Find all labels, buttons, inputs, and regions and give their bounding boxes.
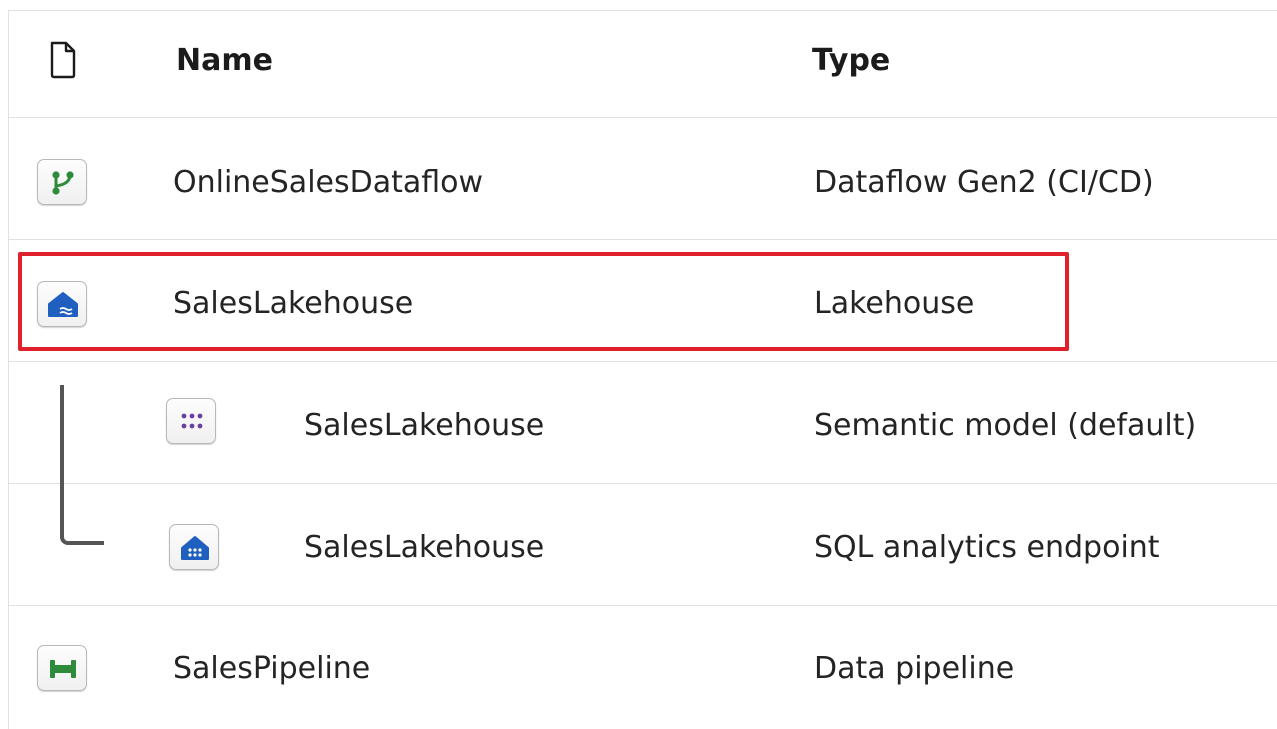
row-name[interactable]: SalesLakehouse xyxy=(304,411,544,441)
highlight-box xyxy=(18,252,1069,351)
pipeline-icon xyxy=(37,645,87,691)
row-name[interactable]: SalesPipeline xyxy=(173,654,370,684)
dataflow-icon xyxy=(37,159,87,205)
table-header-row: Name Type xyxy=(8,0,1277,118)
row-type: Data pipeline xyxy=(814,651,1015,686)
semantic-model-icon xyxy=(166,398,216,444)
row-type: Semantic model (default) xyxy=(814,408,1197,443)
table-row[interactable]: SalesLakehouse SQL analytics endpoint xyxy=(8,484,1277,606)
column-header-type[interactable]: Type xyxy=(812,46,890,76)
child-items-tree-connector xyxy=(60,385,104,545)
sql-endpoint-icon xyxy=(169,524,219,570)
column-header-name[interactable]: Name xyxy=(176,46,273,76)
table-row[interactable]: OnlineSalesDataflow Dataflow Gen2 (CI/CD… xyxy=(8,118,1277,240)
table-row[interactable]: SalesPipeline Data pipeline xyxy=(8,606,1277,729)
row-type: Dataflow Gen2 (CI/CD) xyxy=(814,165,1154,200)
row-name[interactable]: OnlineSalesDataflow xyxy=(173,168,483,198)
row-name[interactable]: SalesLakehouse xyxy=(304,533,544,563)
table-row[interactable]: SalesLakehouse Semantic model (default) xyxy=(8,362,1277,484)
row-type: SQL analytics endpoint xyxy=(814,530,1160,565)
document-icon xyxy=(50,41,76,79)
